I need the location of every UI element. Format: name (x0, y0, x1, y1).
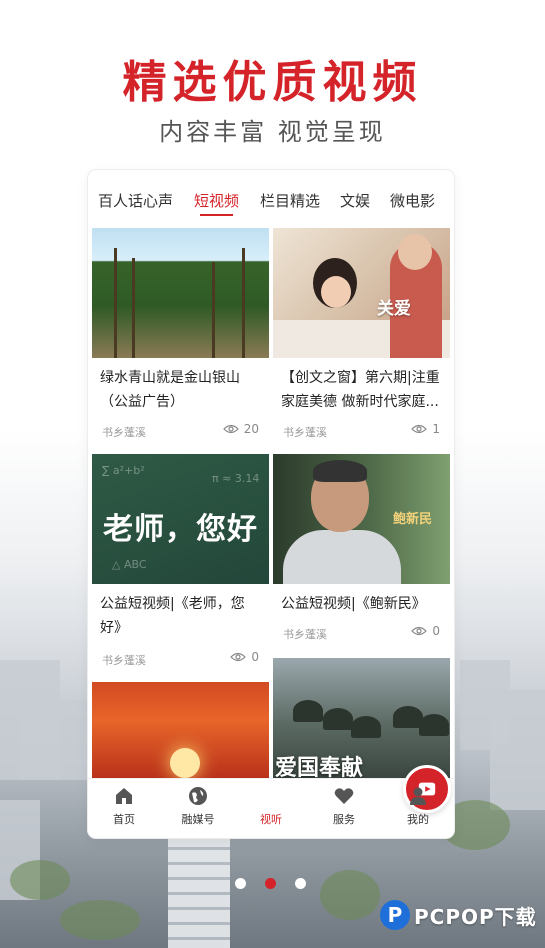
video-source: 书乡蓬溪 (283, 628, 327, 641)
globe-icon (189, 787, 207, 805)
pcpop-logo-icon: P (380, 900, 410, 930)
view-count-value: 20 (243, 422, 259, 436)
eye-icon (411, 424, 428, 434)
video-thumbnail: 鲍新民 (273, 454, 450, 584)
view-count: 1 (411, 422, 440, 436)
subheadline: 内容丰富 视觉呈现 (159, 118, 386, 146)
video-card[interactable]: 鲍新民 公益短视频|《鲍新民》 书乡蓬溪 0 (273, 454, 450, 654)
video-source: 书乡蓬溪 (283, 426, 327, 439)
video-source: 书乡蓬溪 (102, 654, 146, 667)
nav-audio-video[interactable]: 视听 (241, 765, 451, 827)
nav-services-label: 服务 (333, 813, 355, 826)
view-count: 0 (411, 624, 440, 638)
video-thumbnail: ∑ a²+b² π ≈ 3.14 △ ABC 老师，您好 (92, 454, 269, 584)
video-source: 书乡蓬溪 (102, 426, 146, 439)
eye-icon (222, 424, 239, 434)
nav-services[interactable]: 服务 (314, 785, 374, 827)
tab-micro-film[interactable]: 微电影 (390, 190, 435, 211)
view-count-value: 0 (432, 624, 440, 638)
video-title: 【创文之窗】第六期|注重家庭美德 做新时代家庭... (281, 370, 440, 410)
view-count: 20 (222, 422, 259, 436)
nav-media-account[interactable]: 融媒号 (168, 785, 228, 827)
nav-media-account-label: 融媒号 (181, 813, 215, 826)
headline: 精选优质视频 (122, 57, 423, 108)
video-title: 绿水青山就是金山银山（公益广告） (100, 370, 240, 410)
tab-voices[interactable]: 百人话心声 (98, 190, 173, 211)
view-count: 0 (230, 650, 259, 664)
carousel-pager (235, 878, 310, 890)
video-thumbnail: 关爱 (273, 228, 450, 358)
view-count-value: 1 (432, 422, 440, 436)
pager-dot[interactable] (235, 878, 246, 889)
tab-featured-columns[interactable]: 栏目精选 (260, 190, 320, 211)
video-card[interactable]: 关爱 【创文之窗】第六期|注重家庭美德 做新时代家庭... 书乡蓬溪 1 (273, 228, 450, 442)
video-card[interactable]: 爱国奉献 (273, 658, 450, 778)
video-card[interactable] (92, 682, 269, 778)
thumbnail-caption: 爱国奉献 (275, 756, 364, 778)
tab-entertainment[interactable]: 文娱 (340, 190, 370, 211)
thumbnail-caption: 老师，您好 (103, 512, 258, 547)
thumbnail-caption: 关爱 (377, 299, 411, 319)
eye-icon (411, 626, 428, 636)
view-count-value: 0 (251, 650, 259, 664)
eye-icon (230, 652, 247, 662)
heart-icon (334, 788, 354, 804)
nav-home-label: 首页 (113, 813, 135, 826)
bottom-navigation: 首页 融媒号 视听 服务 我的 (88, 765, 454, 838)
video-card[interactable]: ∑ a²+b² π ≈ 3.14 △ ABC 老师，您好 公益短视频|《老师，您… (92, 454, 269, 668)
video-thumbnail (92, 228, 269, 358)
tab-short-video[interactable]: 短视频 (194, 190, 239, 216)
home-icon (116, 788, 132, 804)
person-icon (410, 787, 426, 805)
thumbnail-caption: 鲍新民 (392, 512, 432, 527)
watermark: P PCPOP下载 (380, 900, 537, 930)
video-thumbnail (92, 682, 269, 778)
nav-home[interactable]: 首页 (94, 785, 154, 827)
pager-dot[interactable] (295, 878, 306, 889)
nav-profile-label: 我的 (407, 813, 429, 826)
video-title: 公益短视频|《鲍新民》 (281, 596, 426, 612)
video-thumbnail: 爱国奉献 (273, 658, 450, 778)
pagoda-tower (168, 835, 230, 948)
video-card[interactable]: 绿水青山就是金山银山（公益广告） 书乡蓬溪 20 (92, 228, 269, 442)
nav-profile[interactable]: 我的 (388, 785, 448, 827)
video-title: 公益短视频|《老师，您好》 (100, 596, 245, 636)
phone-screen: 百人话心声 短视频 栏目精选 文娱 微电影 绿水青山就是金山银山（公益广告） 书… (88, 170, 454, 838)
category-tabs: 百人话心声 短视频 栏目精选 文娱 微电影 (88, 190, 454, 222)
nav-audio-video-label: 视听 (260, 813, 282, 826)
watermark-text: PCPOP下载 (414, 904, 537, 929)
pager-dot-active[interactable] (265, 878, 276, 889)
